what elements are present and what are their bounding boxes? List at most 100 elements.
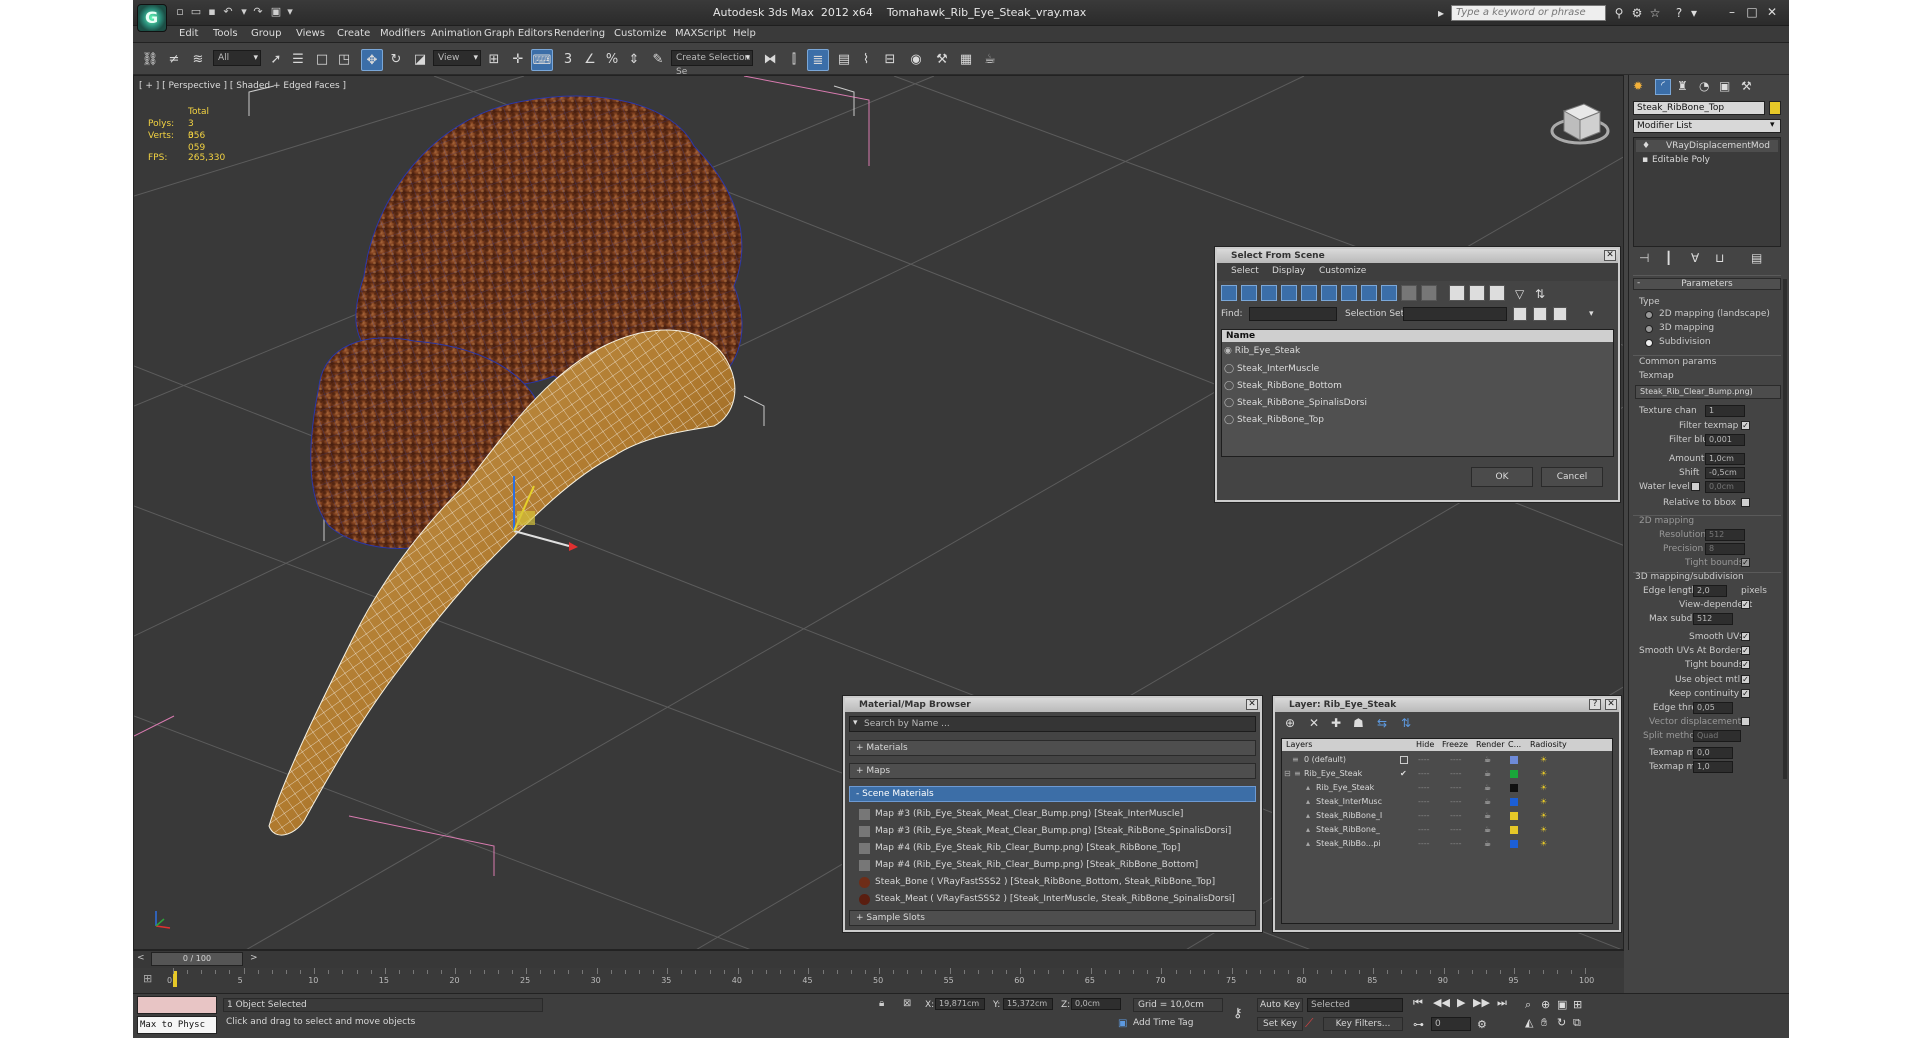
radiosity-icon[interactable]: ☀: [1540, 823, 1547, 837]
time-configuration-icon[interactable]: ⚙: [1477, 1018, 1487, 1031]
schematic-view-icon[interactable]: ⊟: [879, 49, 901, 71]
list-item[interactable]: ◯ Steak_InterMuscle: [1224, 364, 1611, 378]
link-icon[interactable]: ⛓: [139, 49, 161, 71]
create-tab-icon[interactable]: ✹: [1633, 79, 1643, 93]
select-highlighted-icon[interactable]: ☗: [1353, 716, 1364, 730]
texmap-max-spinner[interactable]: 1,0: [1693, 761, 1733, 773]
render-teapot-icon[interactable]: ☕: [1484, 837, 1491, 851]
sfs-display-lights-icon[interactable]: [1261, 285, 1277, 301]
option-3d-mapping[interactable]: 3D mapping: [1659, 323, 1714, 333]
delete-layer-icon[interactable]: ✕: [1309, 716, 1319, 730]
sfs-column-name[interactable]: Name: [1222, 330, 1613, 342]
rectangular-selection-icon[interactable]: □: [311, 49, 333, 71]
menu-help[interactable]: Help: [733, 28, 756, 39]
key-mode-toggle-icon[interactable]: ⊶: [1413, 1018, 1424, 1031]
unlink-icon[interactable]: ≠: [163, 49, 185, 71]
material-search-input[interactable]: Search by Name ...: [849, 716, 1256, 732]
sfs-display-cameras-icon[interactable]: [1281, 285, 1297, 301]
field-of-view-icon[interactable]: ◭: [1525, 1016, 1533, 1029]
radiosity-icon[interactable]: ☀: [1540, 809, 1547, 823]
radio-2d-mapping[interactable]: [1645, 311, 1653, 319]
sfs-display-spacewarps-icon[interactable]: [1321, 285, 1337, 301]
render-teapot-icon[interactable]: ☕: [1484, 823, 1491, 837]
freeze-dash[interactable]: ----: [1450, 823, 1462, 837]
z-coordinate-field[interactable]: 0,0cm: [1071, 998, 1121, 1010]
perspective-viewport[interactable]: [ + ] [ Perspective ] [ Shaded + Edged F…: [133, 75, 1624, 950]
sfs-selection-set-dropdown[interactable]: [1403, 307, 1507, 321]
binoculars-icon[interactable]: ⚲: [1611, 5, 1627, 21]
render-teapot-icon[interactable]: ☕: [1484, 781, 1491, 795]
select-and-move-icon[interactable]: ✥: [361, 49, 383, 71]
play-icon[interactable]: ▶: [1457, 996, 1465, 1009]
mirror-icon[interactable]: ⧓: [759, 49, 781, 71]
smooth-uvs-checkbox[interactable]: ✓: [1741, 632, 1750, 641]
relative-bbox-checkbox[interactable]: [1741, 498, 1750, 507]
display-tab-icon[interactable]: ▣: [1719, 79, 1730, 93]
angle-snap-icon[interactable]: ∠: [579, 49, 601, 71]
pivot-center-icon[interactable]: ⊞: [483, 49, 505, 71]
maxscript-input[interactable]: Max to Physc: [137, 1016, 217, 1034]
menu-animation[interactable]: Animation: [431, 28, 482, 39]
keep-continuity-checkbox[interactable]: ✓: [1741, 689, 1750, 698]
manipulate-icon[interactable]: ✛: [507, 49, 529, 71]
highlight-selected-icon[interactable]: ⇆: [1377, 716, 1387, 730]
mini-curve-editor-icon[interactable]: ⊞: [143, 972, 152, 985]
quick-access-dropdown-icon[interactable]: ▾: [283, 5, 297, 19]
rollout-collapse-icon[interactable]: -: [1637, 278, 1640, 288]
select-by-name-icon[interactable]: ☰: [287, 49, 309, 71]
freeze-dash[interactable]: ----: [1450, 795, 1462, 809]
keyboard-shortcut-override-icon[interactable]: ⌨: [531, 49, 553, 71]
select-object-icon[interactable]: ➚: [265, 49, 287, 71]
remove-modifier-icon[interactable]: ⊔: [1715, 251, 1724, 265]
utilities-tab-icon[interactable]: ⚒: [1741, 79, 1752, 93]
zoom-icon[interactable]: ⌕: [1525, 998, 1531, 1012]
render-production-icon[interactable]: ☕: [979, 49, 1001, 71]
undo-dropdown-icon[interactable]: ▾: [237, 5, 251, 19]
hide-dash[interactable]: ----: [1418, 823, 1430, 837]
table-row[interactable]: ▴ Rib_Eye_Steak ---- ---- ☕ ☀: [1282, 781, 1612, 795]
edit-named-selection-icon[interactable]: ✎: [647, 49, 669, 71]
hide-dash[interactable]: ----: [1418, 781, 1430, 795]
list-item[interactable]: Map #4 (Rib_Eye_Steak_Rib_Clear_Bump.png…: [859, 857, 1256, 874]
key-filters-button[interactable]: Key Filters...: [1323, 1017, 1403, 1031]
zoom-extents-all-icon[interactable]: ⊞: [1573, 998, 1582, 1011]
hide-dash[interactable]: ----: [1418, 837, 1430, 851]
table-row[interactable]: ▴ Steak_RibBone_I ---- ---- ☕ ☀: [1282, 809, 1612, 823]
layer-help-icon[interactable]: ?: [1589, 699, 1601, 710]
object-name-field[interactable]: Steak_RibBone_Top: [1633, 101, 1765, 115]
command-panel-scrollbar[interactable]: [1783, 279, 1787, 779]
configure-modifier-sets-icon[interactable]: ▤: [1751, 251, 1762, 265]
edge-thresh-spinner[interactable]: 0,05: [1693, 702, 1733, 714]
radiosity-icon[interactable]: ☀: [1540, 837, 1547, 851]
select-and-scale-icon[interactable]: ◪: [409, 49, 431, 71]
sfs-select-set-icon[interactable]: [1553, 307, 1567, 321]
modifier-list-arrow-icon[interactable]: ▾: [1770, 120, 1775, 130]
smooth-uvs-borders-checkbox[interactable]: ✓: [1741, 646, 1750, 655]
radiosity-icon[interactable]: ☀: [1540, 753, 1547, 767]
current-layer-check-icon[interactable]: ✔: [1400, 767, 1407, 781]
layer-color-swatch[interactable]: [1510, 756, 1518, 764]
search-input[interactable]: Type a keyword or phrase: [1451, 5, 1606, 21]
col-radiosity[interactable]: Radiosity: [1530, 739, 1567, 751]
minimize-icon[interactable]: –: [1723, 3, 1741, 21]
menu-maxscript[interactable]: MAXScript: [675, 28, 726, 39]
col-hide[interactable]: Hide: [1416, 739, 1434, 751]
layer-color-swatch[interactable]: [1510, 784, 1518, 792]
curve-editor-icon[interactable]: ⌇: [855, 49, 877, 71]
help-dropdown-icon[interactable]: ▾: [1686, 5, 1702, 21]
menu-customize[interactable]: Customize: [614, 28, 667, 39]
option-subdivision[interactable]: Subdivision: [1659, 337, 1711, 347]
sfs-display-frozen-icon[interactable]: [1421, 285, 1437, 301]
water-level-checkbox[interactable]: [1691, 482, 1700, 491]
texmap-min-spinner[interactable]: 0,0: [1693, 747, 1733, 759]
viewcube[interactable]: [1550, 103, 1610, 145]
motion-tab-icon[interactable]: ◔: [1699, 79, 1709, 93]
filter-blur-spinner[interactable]: 0,001: [1705, 434, 1745, 446]
menu-edit[interactable]: Edit: [179, 28, 198, 39]
lock-selection-icon[interactable]: 🔒︎: [879, 998, 884, 1009]
tight-bounds-checkbox[interactable]: ✓: [1741, 660, 1750, 669]
col-layers[interactable]: Layers: [1286, 739, 1312, 751]
layer-color-swatch[interactable]: [1510, 798, 1518, 806]
make-unique-icon[interactable]: ∀: [1691, 251, 1699, 265]
list-item[interactable]: Map #4 (Rib_Eye_Steak_Rib_Clear_Bump.png…: [859, 840, 1256, 857]
